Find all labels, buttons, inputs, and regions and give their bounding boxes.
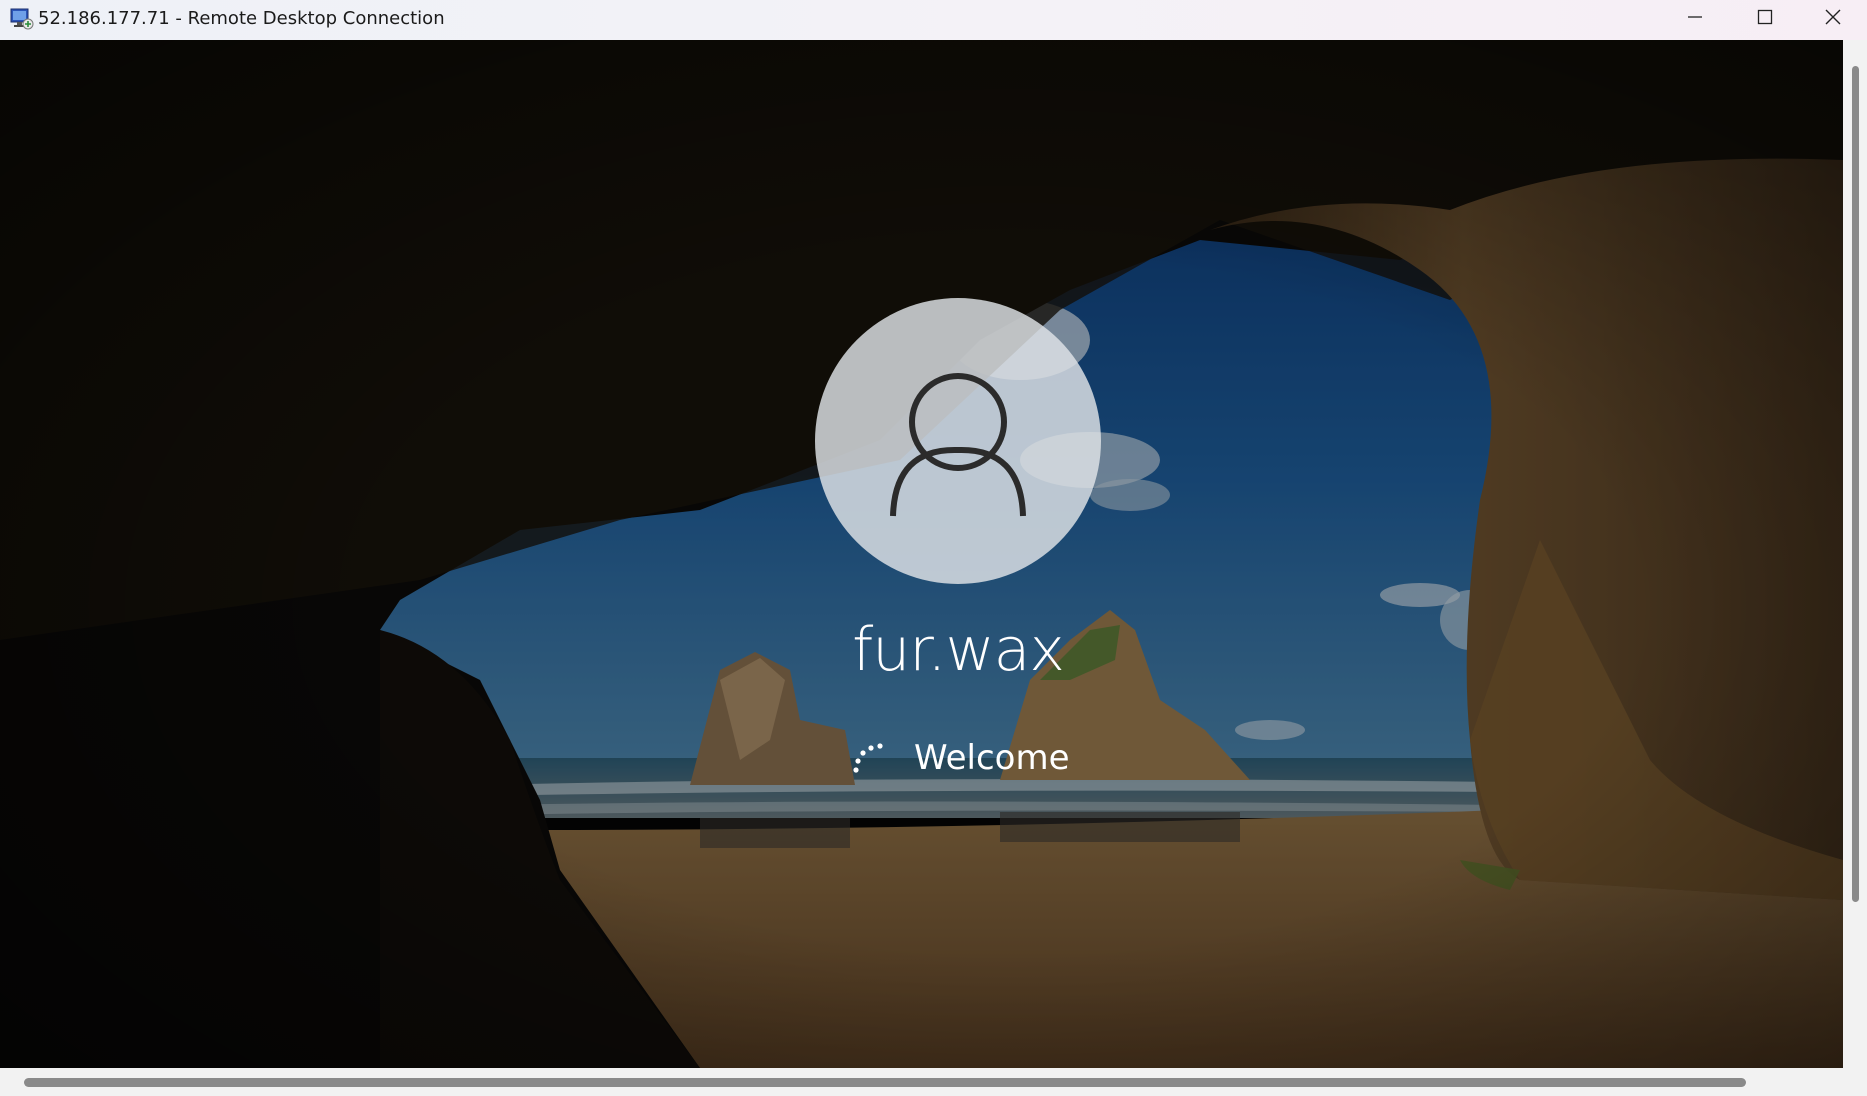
vertical-scroll-thumb[interactable]: [1852, 66, 1859, 902]
user-avatar-icon: [890, 373, 1026, 517]
signin-status: Welcome: [850, 733, 1070, 783]
title-bar[interactable]: 52.186.177.71 - Remote Desktop Connectio…: [0, 0, 1867, 40]
vertical-scrollbar[interactable]: [1843, 40, 1867, 1068]
close-icon: [1825, 9, 1841, 25]
scrollbar-corner: [1843, 1068, 1867, 1096]
remote-desktop-icon: [10, 8, 34, 30]
username-label: fur.wax: [852, 615, 1065, 685]
horizontal-scroll-thumb[interactable]: [24, 1078, 1746, 1087]
welcome-text: Welcome: [914, 738, 1070, 778]
maximize-icon: [1757, 9, 1773, 25]
loading-spinner-icon: [853, 743, 883, 773]
minimize-icon: [1688, 16, 1702, 18]
minimize-button[interactable]: [1660, 0, 1730, 34]
remote-session-view[interactable]: fur.wax Welcome: [0, 40, 1843, 1068]
horizontal-scrollbar[interactable]: [0, 1068, 1867, 1096]
maximize-button[interactable]: [1730, 0, 1800, 34]
window-title: 52.186.177.71 - Remote Desktop Connectio…: [38, 8, 445, 29]
close-button[interactable]: [1798, 0, 1867, 34]
user-avatar: [815, 298, 1101, 584]
